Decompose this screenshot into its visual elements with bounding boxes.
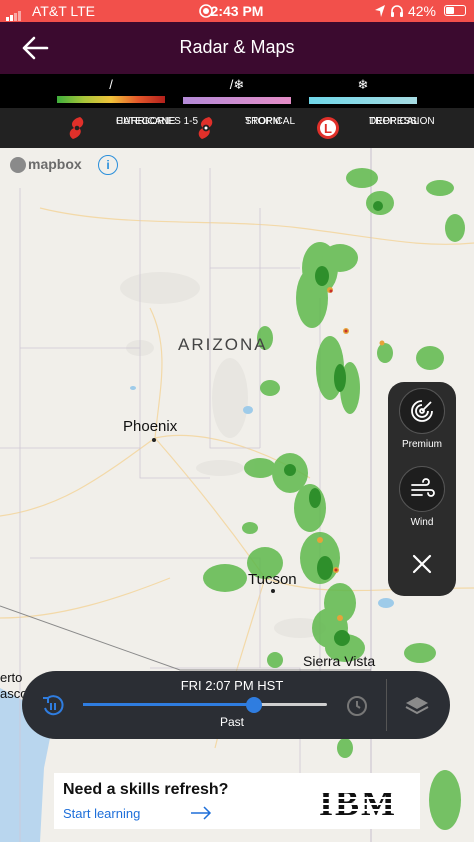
snow-legend: ❄ (309, 77, 417, 104)
svg-text:L: L (324, 121, 332, 136)
mapbox-attribution: mapbox (28, 156, 82, 172)
ibm-logo: IBM (304, 783, 412, 823)
battery-icon (444, 5, 466, 16)
map-layer-panel: Premium Wind (388, 382, 456, 596)
tropical-depression-icon: L (317, 117, 339, 139)
premium-button[interactable] (399, 388, 445, 434)
close-icon[interactable] (410, 552, 434, 576)
snow-icon: ❄ (357, 77, 369, 92)
precipitation-legend: / /❄ ❄ (0, 74, 474, 108)
city-label-puerto-a: erto (0, 670, 23, 685)
premium-label: Premium (401, 439, 442, 450)
timeline-slider[interactable] (83, 703, 327, 706)
ad-headline: Need a skills refresh? (63, 781, 229, 798)
layers-icon[interactable] (404, 693, 430, 719)
timeline-slider-handle[interactable] (245, 697, 262, 713)
radar-timeline: FRI 2:07 PM HST Past (22, 671, 450, 739)
app-header: Radar & Maps (0, 22, 474, 74)
state-label: ARIZONA (178, 335, 268, 354)
snow-color-bar (309, 97, 417, 104)
wind-icon (411, 478, 435, 497)
status-bar: AT&T LTE 2:43 PM 42% (0, 0, 474, 22)
battery-percent: 42% (407, 3, 436, 19)
timeline-divider (386, 679, 387, 731)
arrow-right-icon (191, 806, 212, 820)
city-label-phoenix: Phoenix (123, 418, 178, 435)
hurricane-icon (69, 117, 84, 139)
mix-icon: /❄ (229, 77, 245, 92)
wind-button[interactable] (399, 466, 445, 512)
history-clock-icon[interactable] (344, 693, 370, 719)
info-icon[interactable]: i (98, 155, 118, 175)
timeline-time-label: FRI 2:07 PM HST (180, 678, 284, 693)
storm-legend: HURRICANE CATEGORIES 1-5 TROPICAL STORM L … (0, 108, 474, 148)
rain-color-bar (57, 96, 165, 103)
headphones-icon (391, 5, 403, 17)
page-title: Radar & Maps (179, 37, 295, 57)
wind-label: Wind (410, 517, 434, 528)
city-dot-phoenix (152, 438, 156, 442)
city-dot-tucson (271, 589, 275, 593)
location-arrow-icon (375, 5, 385, 17)
radar-icon (411, 400, 433, 422)
rain-legend: / (57, 77, 165, 103)
ad-cta-link[interactable]: Start learning (63, 806, 140, 821)
replay-icon[interactable] (40, 693, 66, 719)
rain-icon: / (109, 77, 113, 92)
mix-legend: /❄ (183, 77, 291, 104)
tropical-storm-icon (198, 117, 213, 139)
city-label-sierra-vista: Sierra Vista (303, 653, 376, 669)
mapbox-logo[interactable]: mapbox (10, 156, 82, 174)
ad-banner[interactable]: Need a skills refresh? Start learning IB… (54, 773, 420, 829)
city-label-tucson: Tucson (248, 571, 297, 588)
mix-color-bar (183, 97, 291, 104)
timeline-state-label: Past (219, 715, 244, 729)
